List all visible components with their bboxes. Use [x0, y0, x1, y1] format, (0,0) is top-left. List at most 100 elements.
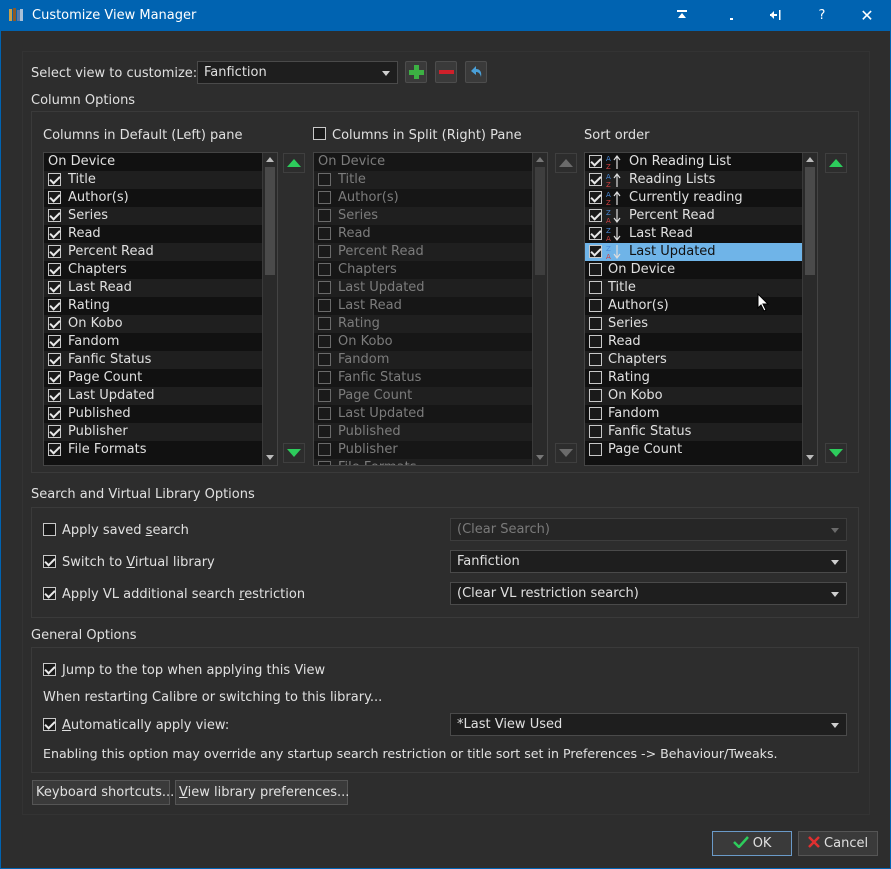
list-item-checkbox[interactable] — [48, 281, 61, 294]
list-item-checkbox[interactable] — [589, 425, 602, 438]
undo-view-button[interactable] — [465, 61, 487, 83]
list-item[interactable]: File Formats — [44, 441, 262, 459]
scroll-up-icon[interactable] — [266, 157, 274, 162]
list-item[interactable]: Series — [585, 315, 802, 333]
scroll-thumb[interactable] — [265, 167, 275, 275]
list-item[interactable]: Page Count — [585, 441, 802, 459]
list-item[interactable]: On Device — [44, 153, 262, 171]
list-item-checkbox[interactable] — [48, 407, 61, 420]
left-move-up-button[interactable] — [283, 153, 305, 173]
view-select-combo[interactable]: Fanfiction — [197, 61, 398, 84]
list-item-checkbox[interactable] — [48, 227, 61, 240]
list-item[interactable]: Published — [44, 405, 262, 423]
left-scrollbar[interactable] — [262, 153, 277, 465]
list-item[interactable]: Z A Last Updated — [585, 243, 802, 261]
add-view-button[interactable] — [405, 61, 427, 83]
list-item-checkbox[interactable] — [589, 335, 602, 348]
list-item[interactable]: Last Read — [44, 279, 262, 297]
pin-icon[interactable] — [662, 0, 702, 31]
list-item-checkbox[interactable] — [48, 209, 61, 222]
list-item-checkbox[interactable] — [48, 263, 61, 276]
list-item-checkbox[interactable] — [589, 317, 602, 330]
list-item[interactable]: Fanfic Status — [585, 423, 802, 441]
switch-vl-checkbox[interactable] — [43, 555, 56, 568]
scroll-up-icon[interactable] — [806, 157, 814, 162]
list-item[interactable]: Fandom — [44, 333, 262, 351]
list-item[interactable]: Chapters — [585, 351, 802, 369]
list-item-checkbox[interactable] — [589, 263, 602, 276]
list-item[interactable]: On Kobo — [585, 387, 802, 405]
close-icon[interactable]: ✕ — [847, 0, 887, 31]
sort-move-down-button[interactable] — [825, 443, 847, 463]
ok-button[interactable]: OK — [712, 831, 792, 856]
scroll-thumb[interactable] — [805, 167, 815, 275]
left-move-down-button[interactable] — [283, 443, 305, 463]
list-item[interactable]: On Kobo — [44, 315, 262, 333]
list-item-checkbox[interactable] — [589, 191, 602, 204]
list-item-checkbox[interactable] — [589, 281, 602, 294]
restore-icon[interactable] — [755, 0, 795, 31]
apply-saved-search-checkbox[interactable] — [43, 523, 56, 536]
list-item-checkbox[interactable] — [589, 155, 602, 168]
list-item-checkbox[interactable] — [48, 173, 61, 186]
list-item[interactable]: Publisher — [44, 423, 262, 441]
help-icon[interactable]: ? — [802, 0, 842, 31]
list-item[interactable]: Rating — [44, 297, 262, 315]
apply-vl-restriction-checkbox[interactable] — [43, 587, 56, 600]
list-item[interactable]: Z A Percent Read — [585, 207, 802, 225]
list-item[interactable]: Read — [44, 225, 262, 243]
list-item-checkbox[interactable] — [589, 353, 602, 366]
auto-apply-combo[interactable]: *Last View Used — [450, 713, 847, 736]
list-item-checkbox[interactable] — [589, 227, 602, 240]
view-library-preferences-button[interactable]: View library preferences... — [175, 780, 349, 805]
list-item-checkbox[interactable] — [589, 173, 602, 186]
list-item[interactable]: Page Count — [44, 369, 262, 387]
sort-scrollbar[interactable] — [802, 153, 817, 465]
list-item[interactable]: Series — [44, 207, 262, 225]
list-item-checkbox[interactable] — [48, 371, 61, 384]
list-item-checkbox[interactable] — [48, 353, 61, 366]
list-item[interactable]: A Z Reading Lists — [585, 171, 802, 189]
list-item-checkbox[interactable] — [589, 299, 602, 312]
sort-move-up-button[interactable] — [825, 153, 847, 173]
list-item[interactable]: Rating — [585, 369, 802, 387]
list-item-checkbox[interactable] — [589, 209, 602, 222]
scroll-down-icon[interactable] — [266, 455, 274, 460]
list-item-checkbox[interactable] — [48, 191, 61, 204]
jump-top-checkbox[interactable] — [43, 663, 56, 676]
list-item[interactable]: A Z On Reading List — [585, 153, 802, 171]
list-item[interactable]: Fandom — [585, 405, 802, 423]
list-item-checkbox[interactable] — [589, 371, 602, 384]
list-item[interactable]: Title — [44, 171, 262, 189]
list-item[interactable]: Chapters — [44, 261, 262, 279]
split-pane-checkbox[interactable] — [313, 127, 326, 140]
list-item[interactable]: On Device — [585, 261, 802, 279]
list-item[interactable]: Z A Last Read — [585, 225, 802, 243]
list-item-checkbox[interactable] — [48, 245, 61, 258]
list-item[interactable]: Author(s) — [44, 189, 262, 207]
list-item-checkbox[interactable] — [48, 425, 61, 438]
remove-view-button[interactable] — [435, 61, 457, 83]
minimize-icon[interactable] — [711, 0, 751, 31]
list-item-checkbox[interactable] — [589, 407, 602, 420]
list-item[interactable]: Read — [585, 333, 802, 351]
list-item-checkbox[interactable] — [48, 335, 61, 348]
cancel-button[interactable]: Cancel — [798, 831, 878, 856]
list-item-checkbox[interactable] — [48, 317, 61, 330]
vl-restriction-combo[interactable]: (Clear VL restriction search) — [450, 582, 847, 605]
list-item-checkbox[interactable] — [48, 389, 61, 402]
virtual-library-combo[interactable]: Fanfiction — [450, 550, 847, 573]
list-item-checkbox[interactable] — [589, 389, 602, 402]
list-item[interactable]: Percent Read — [44, 243, 262, 261]
auto-apply-checkbox[interactable] — [43, 718, 56, 731]
list-item-checkbox[interactable] — [48, 299, 61, 312]
sort-order-list[interactable]: A Z On Reading List A Z Reading Lists A Z Curren… — [584, 152, 818, 466]
list-item-checkbox[interactable] — [589, 245, 602, 258]
list-item-checkbox[interactable] — [589, 443, 602, 456]
list-item[interactable]: Last Updated — [44, 387, 262, 405]
list-item-checkbox[interactable] — [48, 443, 61, 456]
list-item[interactable]: Fanfic Status — [44, 351, 262, 369]
title-bar[interactable]: Customize View Manager ? ✕ — [0, 0, 891, 31]
keyboard-shortcuts-button[interactable]: Keyboard shortcuts... — [32, 780, 174, 805]
scroll-down-icon[interactable] — [806, 455, 814, 460]
